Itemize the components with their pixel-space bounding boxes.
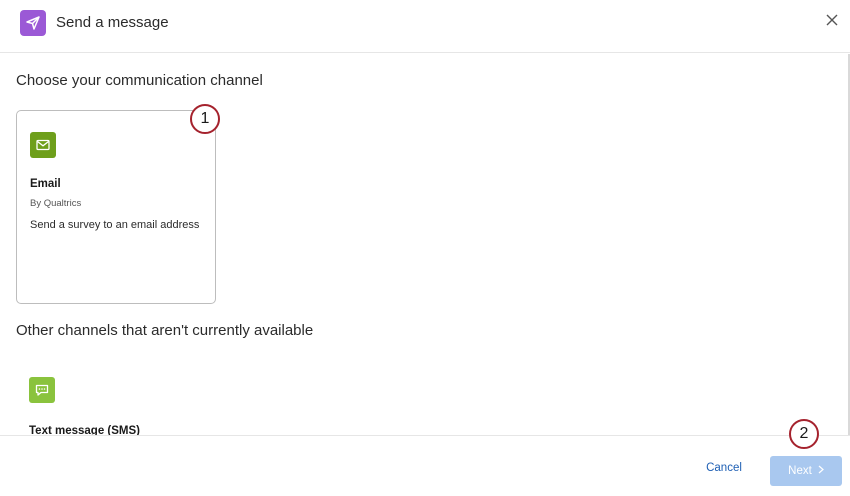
channel-card-email[interactable]: Email By Qualtrics Send a survey to an e… <box>16 110 216 304</box>
dialog-content[interactable]: Choose your communication channel Email … <box>0 54 848 435</box>
unavailable-channel-name: Text message (SMS) <box>29 425 140 435</box>
callout-badge-2: 2 <box>789 419 819 449</box>
callout-badge-1: 1 <box>190 104 220 134</box>
paper-plane-icon <box>20 10 46 36</box>
dialog-footer: Cancel Next 2 <box>0 419 850 496</box>
channel-vendor: By Qualtrics <box>30 198 82 209</box>
section-title-channels: Choose your communication channel <box>16 72 263 89</box>
next-button[interactable]: Next <box>770 456 842 486</box>
close-icon[interactable] <box>824 12 840 28</box>
next-button-label: Next <box>788 465 812 477</box>
chat-bubble-icon <box>29 377 55 403</box>
section-title-unavailable: Other channels that aren't currently ava… <box>16 322 314 339</box>
dialog-header: Send a message <box>0 0 850 53</box>
cancel-button[interactable]: Cancel <box>693 462 755 480</box>
envelope-icon <box>30 132 56 158</box>
chevron-right-icon <box>818 465 824 477</box>
channel-name: Email <box>30 178 61 190</box>
dialog-title: Send a message <box>56 14 169 31</box>
channel-description: Send a survey to an email address <box>30 219 200 231</box>
